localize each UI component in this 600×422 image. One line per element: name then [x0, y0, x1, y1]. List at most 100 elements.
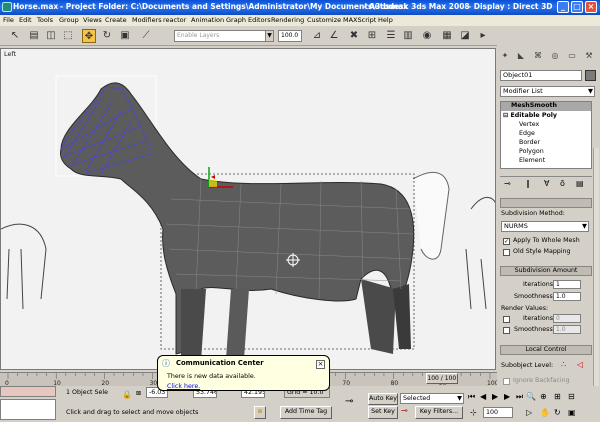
select-object-icon[interactable]: ↖: [8, 29, 22, 43]
key-mode-dropdown[interactable]: Selected ▼: [400, 393, 464, 404]
stack-item-polygon[interactable]: Polygon: [519, 148, 544, 155]
zoom-extents-icon[interactable]: ⊞: [554, 392, 561, 401]
stack-item-meshsmooth[interactable]: MeshSmooth: [501, 102, 591, 111]
next-frame-icon[interactable]: ▶: [504, 392, 510, 401]
viewport-left[interactable]: Left: [0, 48, 496, 370]
viewport-label[interactable]: Left: [4, 50, 16, 58]
angle-snap-icon[interactable]: ∠: [327, 29, 341, 43]
ignore-backfacing-checkbox[interactable]: [503, 378, 510, 385]
iterations-spinner[interactable]: 1: [553, 280, 581, 289]
remove-modifier-icon[interactable]: ō: [560, 179, 565, 188]
panel-scrollbar[interactable]: [593, 148, 599, 386]
hierarchy-tab-icon[interactable]: ⌘: [532, 50, 544, 62]
align-icon[interactable]: ⊞: [365, 29, 379, 43]
close-button[interactable]: ×: [585, 1, 597, 13]
current-frame-field[interactable]: 100: [483, 407, 513, 418]
utilities-tab-icon[interactable]: ⚒: [583, 50, 595, 62]
select-region-icon[interactable]: ◫: [44, 29, 58, 43]
smoothness-spinner[interactable]: 1.0: [553, 292, 581, 301]
menu-customize[interactable]: Customize: [307, 16, 341, 24]
material-editor-icon[interactable]: ◉: [420, 29, 434, 43]
go-to-start-icon[interactable]: ⏮: [468, 392, 475, 402]
play-icon[interactable]: ▶: [492, 392, 498, 401]
maximize-button[interactable]: □: [571, 1, 583, 13]
edge-level-icon[interactable]: ◁: [577, 360, 583, 369]
mirror-icon[interactable]: ⟋: [139, 29, 153, 43]
time-tag-icon[interactable]: ⊕: [254, 406, 266, 419]
key-filters-button[interactable]: Key Filters...: [415, 406, 463, 419]
display-tab-icon[interactable]: ▭: [566, 50, 578, 62]
menu-edit[interactable]: Edit: [19, 16, 32, 24]
set-key-button[interactable]: Set Key: [368, 406, 398, 419]
select-move-icon[interactable]: ✥: [82, 29, 96, 43]
stack-item-editable-poly[interactable]: ⊟ Editable Poly: [503, 112, 557, 119]
maxscript-listener-mini[interactable]: [0, 386, 56, 397]
field-of-view-icon[interactable]: ▷: [526, 408, 532, 417]
horse-model-canvas[interactable]: [1, 49, 496, 370]
menu-reactor[interactable]: reactor: [163, 16, 186, 24]
object-name-field[interactable]: Object01: [500, 70, 582, 81]
menu-maxscript[interactable]: MAXScript: [343, 16, 376, 24]
balloon-close-icon[interactable]: ×: [316, 360, 325, 369]
menu-animation[interactable]: Animation: [191, 16, 224, 24]
vertex-level-icon[interactable]: ∴: [561, 360, 566, 369]
menu-help[interactable]: Help: [378, 16, 393, 24]
named-selection-dropdown[interactable]: Enable Layers ▼: [174, 30, 274, 42]
snap-icon[interactable]: ⊿: [310, 29, 324, 43]
rollout-local-control[interactable]: Local Control: [500, 345, 592, 355]
pan-icon[interactable]: ✋: [540, 408, 550, 417]
rollout-subdivision-amount[interactable]: Subdivision Amount: [500, 266, 592, 276]
pin-stack-icon[interactable]: ⊸: [504, 179, 511, 188]
lock-selection-icon[interactable]: 🔒: [122, 390, 132, 399]
render-smoothness-checkbox[interactable]: [503, 327, 510, 334]
menu-graph-editors[interactable]: Graph Editors: [226, 16, 271, 24]
add-time-tag-button[interactable]: Add Time Tag: [280, 406, 332, 419]
time-slider-thumb[interactable]: 100 / 100: [425, 373, 458, 384]
maxscript-input[interactable]: [0, 399, 56, 420]
orbit-icon[interactable]: ↻: [554, 408, 561, 417]
go-to-end-icon[interactable]: ⏭: [516, 392, 523, 402]
render-smoothness-spinner[interactable]: 1.0: [553, 325, 581, 334]
stack-item-vertex[interactable]: Vertex: [519, 121, 539, 128]
stack-item-edge[interactable]: Edge: [519, 130, 535, 137]
old-style-mapping-checkbox[interactable]: [503, 249, 510, 256]
modifier-list-dropdown[interactable]: Modifier List ▼: [500, 86, 595, 97]
show-end-result-icon[interactable]: ∥: [526, 179, 530, 188]
menu-file[interactable]: File: [3, 16, 14, 24]
prev-frame-icon[interactable]: ◀: [480, 392, 486, 401]
minimize-button[interactable]: _: [557, 1, 569, 13]
render-frame-icon[interactable]: ◪: [458, 29, 472, 43]
apply-whole-mesh-checkbox[interactable]: ✓: [503, 238, 510, 245]
window-crossing-icon[interactable]: ⬚: [61, 29, 75, 43]
select-by-name-icon[interactable]: ▤: [27, 29, 41, 43]
key-icon[interactable]: ⊸: [345, 396, 353, 407]
menu-tools[interactable]: Tools: [37, 16, 53, 24]
render-setup-icon[interactable]: ▦: [440, 29, 454, 43]
zoom-extents-all-icon[interactable]: ⊟: [568, 392, 575, 401]
zoom-icon[interactable]: 🔍: [526, 392, 536, 401]
select-rotate-icon[interactable]: ↻: [100, 29, 114, 43]
modify-tab-icon[interactable]: ◣: [515, 50, 527, 62]
menu-group[interactable]: Group: [59, 16, 79, 24]
object-color-swatch[interactable]: [585, 70, 596, 81]
zoom-all-icon[interactable]: ⊕: [540, 392, 547, 401]
configure-sets-icon[interactable]: ▤: [576, 179, 584, 188]
create-tab-icon[interactable]: ✦: [499, 50, 511, 62]
auto-key-button[interactable]: Auto Key: [368, 393, 398, 405]
layer-manager-icon[interactable]: ☰: [384, 29, 398, 43]
select-scale-icon[interactable]: ▣: [118, 29, 132, 43]
percent-field[interactable]: 100.0: [278, 30, 302, 42]
absolute-mode-icon[interactable]: ⊠: [136, 390, 141, 397]
balloon-link[interactable]: Click here.: [167, 383, 200, 390]
subdivision-method-dropdown[interactable]: NURMS ▼: [501, 221, 589, 232]
stack-item-element[interactable]: Element: [519, 157, 545, 164]
menu-modifiers[interactable]: Modifiers: [132, 16, 162, 24]
maximize-viewport-icon[interactable]: ▣: [568, 408, 576, 417]
make-unique-icon[interactable]: ∀: [544, 179, 549, 188]
menu-views[interactable]: Views: [83, 16, 102, 24]
stack-item-border[interactable]: Border: [519, 139, 540, 146]
quick-render-icon[interactable]: ▸: [476, 29, 490, 43]
key-icon-small[interactable]: ⊸: [401, 406, 408, 415]
motion-tab-icon[interactable]: ◎: [549, 50, 561, 62]
bind-icon[interactable]: ✖: [347, 29, 361, 43]
